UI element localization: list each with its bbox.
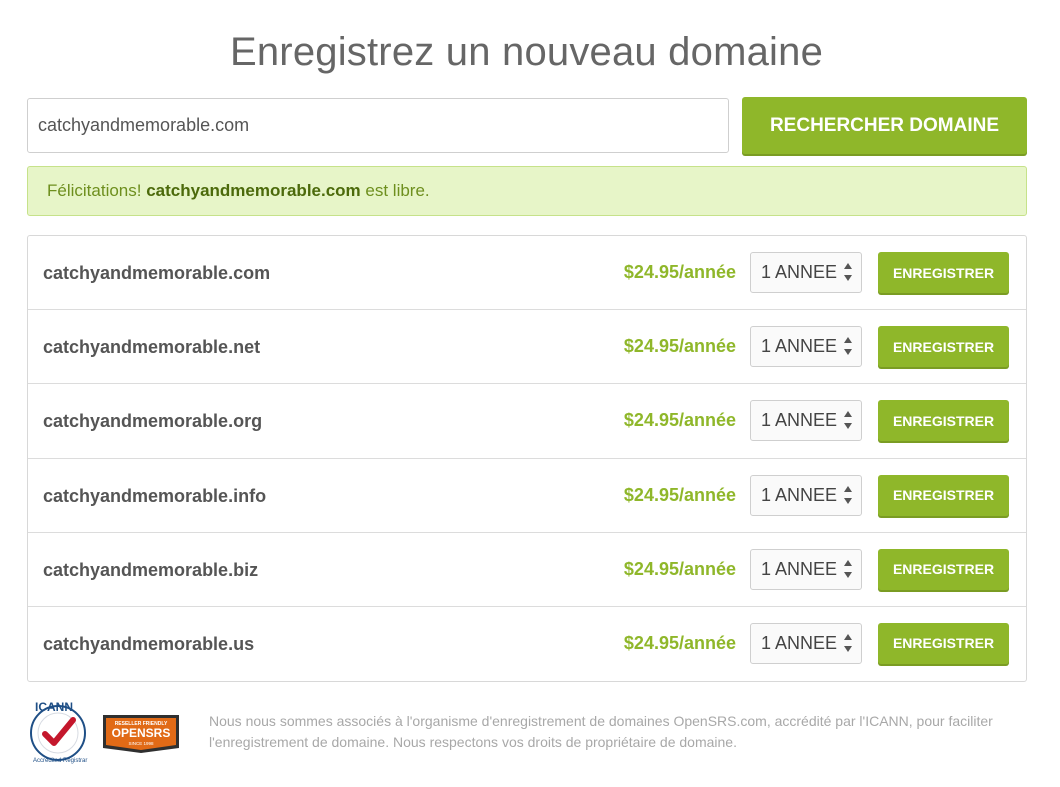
- page-title: Enregistrez un nouveau domaine: [229, 30, 824, 74]
- footer-disclaimer: Nous nous sommes associés à l'organisme …: [209, 713, 993, 750]
- domain-search-form: RECHERCHER DOMAINE: [27, 97, 1027, 154]
- register-button[interactable]: ENREGISTRER: [878, 622, 1009, 664]
- period-value: 1 ANNEE: [761, 410, 838, 431]
- domain-price: $24.95/année: [623, 558, 736, 579]
- domain-results-list: catchyandmemorable.com $24.95/année 1 AN…: [27, 235, 1027, 682]
- register-button[interactable]: ENREGISTRER: [878, 400, 1009, 442]
- icann-logo-subtext: Accredited Registrar: [33, 758, 87, 764]
- period-select[interactable]: 1 ANNEE: [750, 622, 862, 664]
- domain-name: catchyandmemorable.us: [43, 633, 255, 654]
- period-select[interactable]: 1 ANNEE: [750, 252, 862, 293]
- domain-result-row: catchyandmemorable.net $24.95/année 1 AN…: [28, 310, 1026, 385]
- icann-accredited-registrar-logo-icon: ICANN Accredited Registrar: [30, 700, 87, 764]
- domain-result-row: catchyandmemorable.biz $24.95/année 1 AN…: [28, 533, 1026, 607]
- period-value: 1 ANNEE: [761, 484, 838, 505]
- domain-result-row: catchyandmemorable.org $24.95/année 1 AN…: [28, 384, 1026, 459]
- search-domain-button[interactable]: RECHERCHER DOMAINE: [742, 97, 1027, 154]
- domain-price: $24.95/année: [623, 410, 736, 431]
- alert-prefix: Félicitations!: [47, 181, 147, 200]
- domain-price: $24.95/année: [623, 632, 736, 653]
- select-arrows-icon: [844, 633, 852, 652]
- register-button[interactable]: ENREGISTRER: [878, 548, 1009, 590]
- domain-result-row: catchyandmemorable.us $24.95/année 1 ANN…: [28, 607, 1026, 681]
- domain-result-row: catchyandmemorable.info $24.95/année 1 A…: [28, 459, 1026, 533]
- period-select[interactable]: 1 ANNEE: [750, 400, 862, 442]
- select-arrows-icon: [844, 337, 852, 356]
- select-arrows-icon: [844, 559, 852, 578]
- period-select[interactable]: 1 ANNEE: [750, 326, 862, 368]
- alert-domain: catchyandmemorable.com: [146, 181, 361, 200]
- register-button[interactable]: ENREGISTRER: [878, 252, 1009, 293]
- domain-name: catchyandmemorable.biz: [43, 559, 259, 580]
- domain-name: catchyandmemorable.info: [43, 485, 267, 506]
- period-value: 1 ANNEE: [761, 336, 838, 357]
- period-select[interactable]: 1 ANNEE: [750, 548, 862, 590]
- domain-registration-page: Enregistrez un nouveau domaine RECHERCHE…: [0, 0, 1060, 787]
- footer: ICANN Accredited Registrar RESELLER FRIE…: [27, 700, 1027, 770]
- availability-alert: Félicitations! catchyandmemorable.com es…: [27, 166, 1027, 216]
- period-value: 1 ANNEE: [761, 558, 838, 579]
- domain-price: $24.95/année: [623, 336, 736, 357]
- register-button[interactable]: ENREGISTRER: [878, 326, 1009, 368]
- opensrs-logo-text: OPENSRS: [112, 726, 171, 740]
- domain-name: catchyandmemorable.org: [43, 411, 263, 432]
- domain-result-row: catchyandmemorable.com $24.95/année 1 AN…: [28, 236, 1026, 311]
- period-value: 1 ANNEE: [761, 262, 838, 282]
- select-arrows-icon: [844, 263, 852, 281]
- register-button[interactable]: ENREGISTRER: [878, 474, 1009, 516]
- domain-price: $24.95/année: [623, 484, 736, 505]
- period-value: 1 ANNEE: [761, 632, 838, 653]
- period-select[interactable]: 1 ANNEE: [750, 474, 862, 516]
- select-arrows-icon: [844, 411, 852, 430]
- icann-logo-text: ICANN: [35, 700, 73, 714]
- domain-name: catchyandmemorable.com: [43, 263, 271, 283]
- domain-search-input[interactable]: [27, 98, 729, 153]
- opensrs-bottom-text: SINCE 1998: [128, 741, 154, 746]
- alert-suffix: est libre.: [360, 181, 430, 200]
- domain-name: catchyandmemorable.net: [43, 337, 261, 358]
- opensrs-logo-icon: RESELLER FRIENDLY OPENSRS SINCE 1998: [103, 715, 179, 753]
- domain-price: $24.95/année: [623, 262, 736, 282]
- select-arrows-icon: [844, 485, 852, 504]
